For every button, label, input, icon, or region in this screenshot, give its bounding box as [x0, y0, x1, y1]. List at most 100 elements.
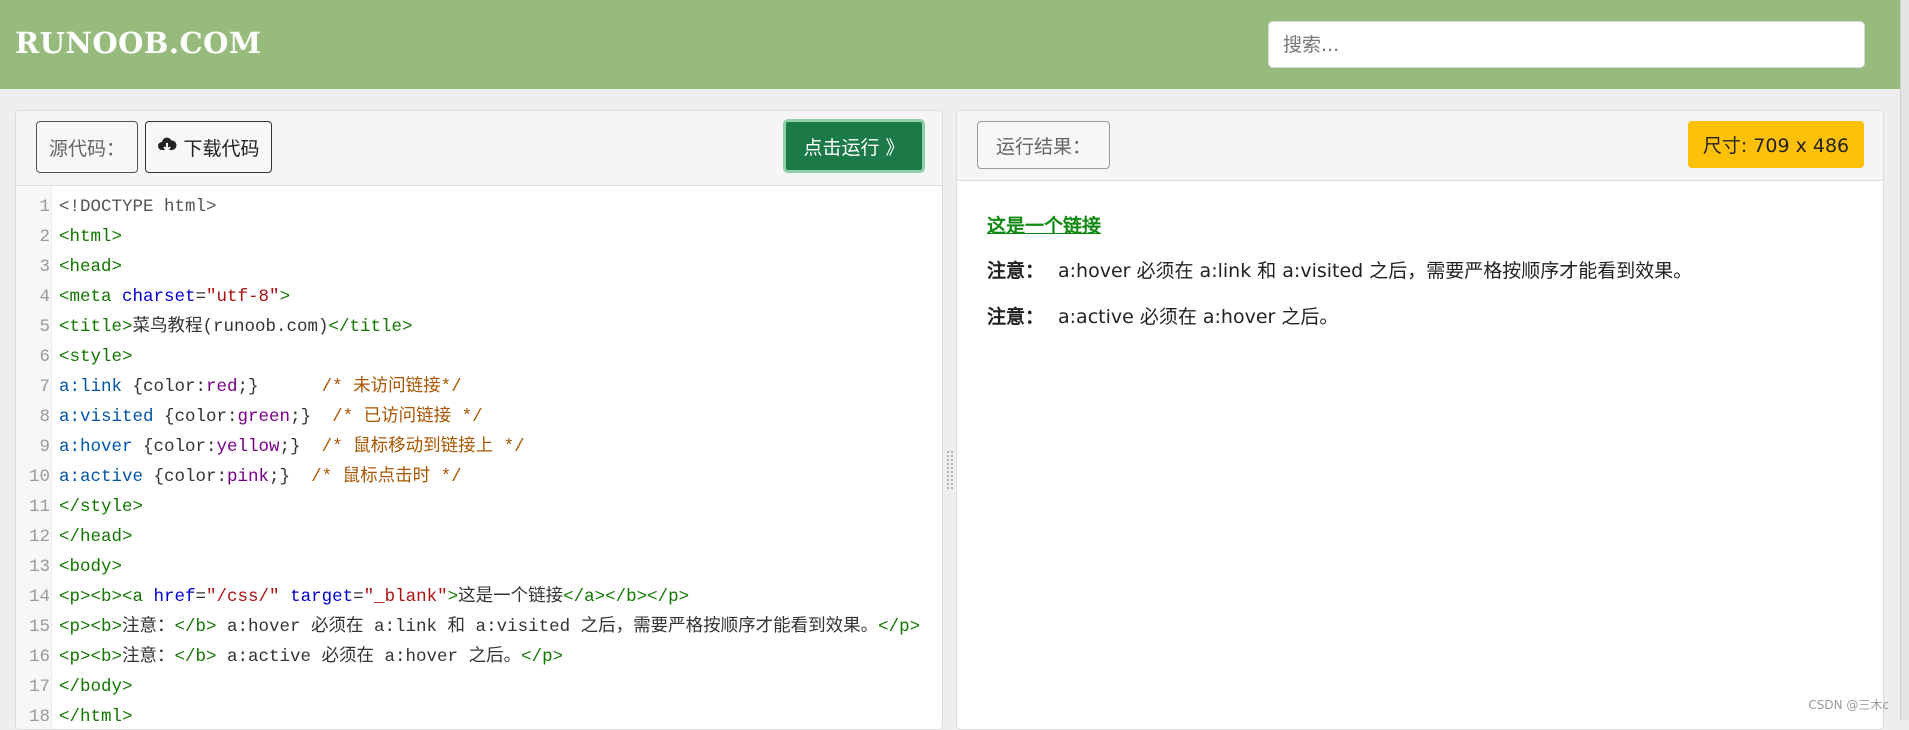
result-label-button[interactable]: 运行结果：	[977, 121, 1110, 169]
code-line: 18 </html>	[16, 702, 942, 729]
code-text: <title>菜鸟教程(runoob.com)</title>	[59, 312, 939, 342]
watermark: CSDN @三木c	[1808, 698, 1889, 712]
code-token: ;}	[290, 407, 333, 427]
download-code-button[interactable]: 下载代码	[145, 121, 272, 173]
note-active-text: a:active 必须在 a:hover 之后。	[1058, 306, 1339, 328]
code-token: "_blank"	[363, 587, 448, 607]
code-line: 15 <p><b>注意：</b> a:hover 必须在 a:link 和 a:v…	[16, 612, 942, 642]
code-token: ;}	[269, 467, 312, 487]
line-number: 6	[39, 347, 50, 367]
note-active: 注意： a:active 必须在 a:hover 之后。	[987, 304, 1867, 330]
code-text: a:hover {color:yellow;} /* 鼠标移动到链接上 */	[59, 432, 939, 462]
code-token: =	[353, 587, 364, 607]
code-token: <!DOCTYPE html>	[59, 197, 217, 217]
code-token: charset	[122, 287, 196, 307]
code-text: </style>	[59, 492, 939, 522]
code-text: <style>	[59, 342, 939, 372]
source-panel-toolbar: 源代码： 下载代码 点击运行 》	[16, 111, 942, 186]
code-token: {color:	[153, 467, 228, 487]
line-number: 11	[28, 497, 50, 517]
line-number: 14	[28, 587, 50, 607]
code-token: <body>	[59, 557, 123, 577]
code-token: <title>	[59, 317, 133, 337]
code-token: 这是一个链接	[458, 587, 564, 607]
code-token: "/css/"	[206, 587, 280, 607]
line-number: 1	[39, 197, 50, 217]
site-logo[interactable]: RUNOOB.COM	[15, 26, 261, 60]
code-token: <p><b>	[59, 647, 123, 667]
window-scrollbar[interactable]	[1900, 0, 1909, 720]
code-text: <html>	[59, 222, 939, 252]
result-link[interactable]: 这是一个链接	[987, 211, 1867, 238]
line-number: 5	[39, 317, 50, 337]
note-hover-label: 注意：	[987, 260, 1045, 282]
panel-resize-handle[interactable]	[946, 450, 954, 490]
line-number: 17	[28, 677, 50, 697]
code-token: <html>	[59, 227, 123, 247]
code-token: href	[153, 587, 196, 607]
code-token: </title>	[328, 317, 413, 337]
size-badge: 尺寸: 709 x 486	[1688, 121, 1864, 168]
code-token: <style>	[59, 347, 133, 367]
code-token: a:visited	[59, 407, 165, 427]
code-text: <body>	[59, 552, 939, 582]
code-editor[interactable]: 1 <!DOCTYPE html> 2 <html> 3 <head> 4 <meta cha…	[16, 187, 942, 729]
search-input[interactable]	[1268, 21, 1865, 68]
code-token: <head>	[59, 257, 123, 277]
code-token: </a></b></p>	[563, 587, 690, 607]
code-token: =	[195, 287, 207, 307]
code-token: green	[237, 407, 291, 427]
code-token: </html>	[59, 707, 133, 727]
code-text: </body>	[59, 672, 939, 702]
code-text: <meta charset="utf-8">	[59, 282, 939, 312]
code-text: <p><b>注意：</b> a:hover 必须在 a:link 和 a:vis…	[59, 612, 939, 642]
line-number: 9	[39, 437, 50, 457]
code-token: red	[206, 377, 238, 397]
code-token: <p><b><a	[59, 587, 154, 607]
code-token: </head>	[59, 527, 133, 547]
note-hover-text: a:hover 必须在 a:link 和 a:visited 之后，需要严格按顺…	[1058, 260, 1693, 282]
cloud-download-icon	[157, 135, 183, 160]
code-line: 4 <meta charset="utf-8">	[16, 282, 942, 312]
code-line: 11 </style>	[16, 492, 942, 522]
note-hover: 注意： a:hover 必须在 a:link 和 a:visited 之后，需要严…	[987, 258, 1867, 284]
code-token: 注意：	[122, 647, 175, 667]
code-token: </p>	[878, 617, 921, 637]
code-token: </style>	[59, 497, 144, 517]
note-active-label: 注意：	[987, 306, 1045, 328]
code-token: <p><b>	[59, 617, 123, 637]
code-text: </html>	[59, 702, 939, 729]
code-token: a:hover 必须在 a:link 和 a:visited 之后，需要严格按顺…	[216, 617, 879, 637]
code-line: 2 <html>	[16, 222, 942, 252]
code-token: {color:	[132, 377, 207, 397]
code-token: </b>	[174, 647, 217, 667]
code-text: a:active {color:pink;} /* 鼠标点击时 */	[59, 462, 939, 492]
code-line: 10 a:active {color:pink;} /* 鼠标点击时 */	[16, 462, 942, 492]
code-line: 6 <style>	[16, 342, 942, 372]
code-token: yellow	[216, 437, 280, 457]
code-token: a:active	[59, 467, 154, 487]
line-number: 18	[28, 707, 50, 727]
code-text: <p><b><a href="/css/" target="_blank">这是…	[59, 582, 939, 612]
download-code-label: 下载代码	[183, 137, 260, 160]
top-header: RUNOOB.COM	[0, 0, 1900, 89]
result-content: 这是一个链接 注意： a:hover 必须在 a:link 和 a:visited…	[987, 211, 1867, 350]
code-token: </b>	[174, 617, 217, 637]
code-line: 1 <!DOCTYPE html>	[16, 192, 942, 222]
line-number: 3	[39, 257, 50, 277]
code-token: <meta	[59, 287, 123, 307]
code-token: target	[279, 587, 354, 607]
code-line: 13 <body>	[16, 552, 942, 582]
code-token: pink	[227, 467, 270, 487]
code-token: 菜鸟教程(runoob.com)	[132, 317, 329, 337]
line-number: 10	[28, 467, 50, 487]
line-number: 12	[28, 527, 50, 547]
code-token: /* 鼠标移动到链接上 */	[321, 437, 525, 457]
line-number: 4	[39, 287, 50, 307]
run-code-button[interactable]: 点击运行 》	[783, 119, 925, 173]
source-code-label-button[interactable]: 源代码：	[36, 121, 138, 173]
code-line: 16 <p><b>注意：</b> a:active 必须在 a:hover 之后。…	[16, 642, 942, 672]
code-line: 14 <p><b><a href="/css/" target="_blank">…	[16, 582, 942, 612]
line-number: 8	[39, 407, 50, 427]
code-token: /* 鼠标点击时 */	[311, 467, 462, 487]
